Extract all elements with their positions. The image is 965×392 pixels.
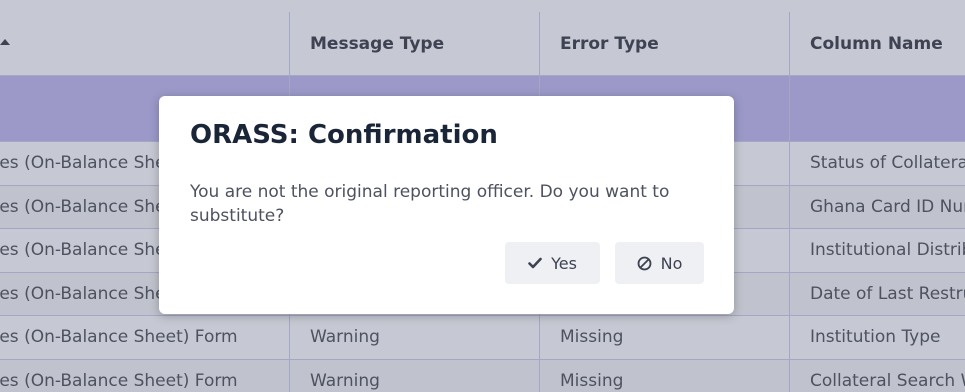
cell-text: ces (On-Balance Sheet) Form <box>0 327 238 347</box>
column-header-form[interactable] <box>0 12 290 76</box>
sort-ascending-icon[interactable] <box>0 39 10 45</box>
table-cell: Warning <box>290 316 540 360</box>
dialog-message: You are not the original reporting offic… <box>190 182 670 226</box>
yes-button-label: Yes <box>551 253 577 273</box>
cell-text: Institution Type <box>810 327 941 347</box>
cell-text: Warning <box>310 371 380 391</box>
column-header-error-type[interactable]: Error Type <box>540 12 790 76</box>
table-cell: Institutional Distribution <box>790 229 965 273</box>
table-cell: ces (On-Balance Sheet) Form <box>0 360 290 392</box>
check-icon <box>528 257 542 269</box>
column-header-column-name[interactable]: Column Name <box>790 12 965 76</box>
cell-text: Institutional Distribution <box>810 240 965 260</box>
table-cell <box>790 76 965 142</box>
confirmation-dialog: ORASS: Confirmation You are not the orig… <box>159 96 734 314</box>
dialog-title: ORASS: Confirmation <box>190 120 498 150</box>
column-header-label: Error Type <box>560 34 659 54</box>
table-cell: Missing <box>540 316 790 360</box>
ban-icon <box>637 256 652 271</box>
yes-button[interactable]: Yes <box>505 242 600 284</box>
cell-text: Status of Collateral <box>810 153 965 173</box>
table-cell: Ghana Card ID Number <box>790 186 965 229</box>
column-header-message-type[interactable]: Message Type <box>290 12 540 76</box>
table-cell: Collateral Search W <box>790 360 965 392</box>
no-button-label: No <box>660 253 683 273</box>
cell-text: Ghana Card ID Number <box>810 197 965 217</box>
table-cell: Date of Last Restructure <box>790 273 965 316</box>
cell-text: Collateral Search W <box>810 371 965 391</box>
table-cell: Missing <box>540 360 790 392</box>
cell-text: ces (On-Balance Sheet) Form <box>0 371 238 391</box>
table-row[interactable]: ces (On-Balance Sheet) Form Warning Miss… <box>0 360 965 392</box>
cell-text: Missing <box>560 327 624 347</box>
table-cell: ces (On-Balance Sheet) Form <box>0 316 290 360</box>
no-button[interactable]: No <box>615 242 704 284</box>
cell-text: Missing <box>560 371 624 391</box>
table-cell: Status of Collateral <box>790 142 965 186</box>
cell-text: Warning <box>310 327 380 347</box>
table-cell: Warning <box>290 360 540 392</box>
column-header-label: Column Name <box>810 34 943 54</box>
column-header-label: Message Type <box>310 34 445 54</box>
cell-text: Date of Last Restructure <box>810 284 965 304</box>
table-row[interactable]: ces (On-Balance Sheet) Form Warning Miss… <box>0 316 965 360</box>
table-cell: Institution Type <box>790 316 965 360</box>
